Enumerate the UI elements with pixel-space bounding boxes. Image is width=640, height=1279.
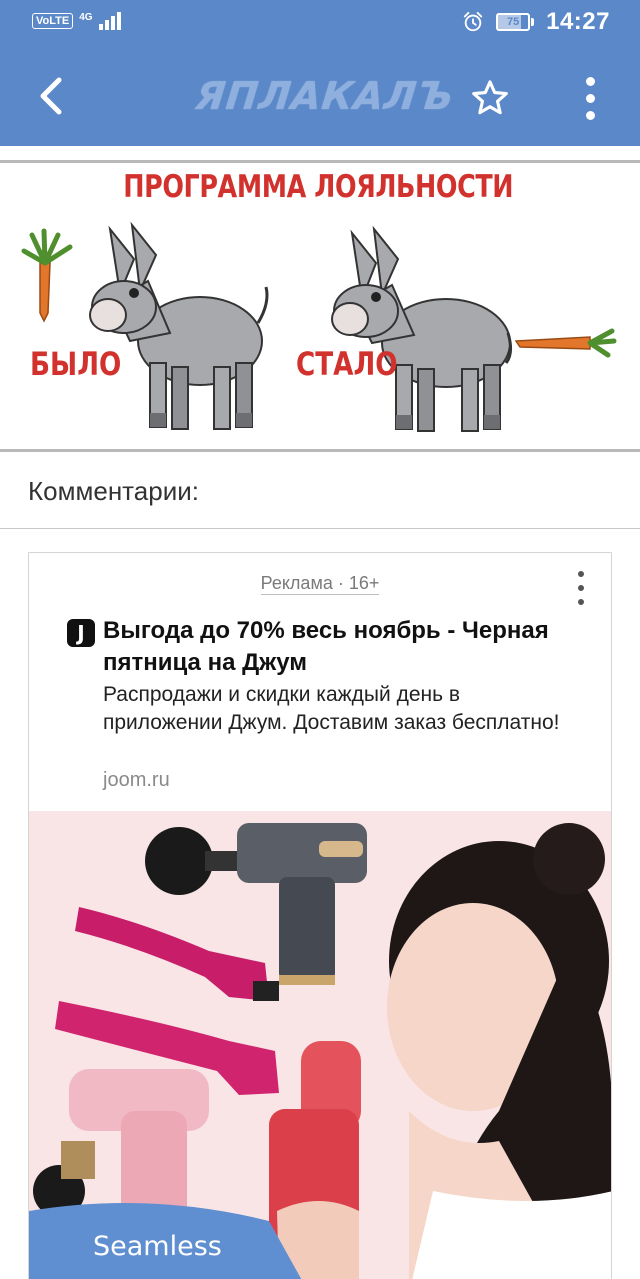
chevron-left-icon [40, 77, 62, 115]
status-bar: VoLTE 4G 75 14:27 [0, 0, 640, 46]
battery-level: 75 [506, 16, 520, 28]
ad-description: Распродажи и скидки каждый день в прилож… [103, 683, 560, 734]
meme-label-after: СТАЛО [296, 345, 398, 383]
signal-icon [98, 12, 121, 30]
massage-gun-pink [33, 1069, 209, 1221]
ad-menu-button[interactable] [573, 571, 589, 605]
ad-headline[interactable]: Выгода до 70% весь ноябрь - Черная пятни… [103, 615, 593, 679]
comments-title: Комментарии: [28, 476, 199, 506]
volte-indicator: VoLTE [32, 13, 74, 29]
joom-logo-icon: J [67, 619, 95, 647]
ad-image-caption: Seamless [93, 1231, 222, 1262]
ad-domain[interactable]: joom.ru [103, 769, 170, 792]
ad-product-illustration [29, 823, 611, 1279]
battery-icon: 75 [496, 13, 535, 31]
meme-illustration [21, 221, 617, 432]
post-image[interactable]: ПРОГРАММА ЛОЯЛЬНОСТИ БЫЛО СТАЛО [0, 160, 640, 452]
donkey-left [89, 221, 269, 430]
network-type: 4G [79, 11, 93, 23]
status-time: 14:27 [546, 8, 610, 35]
carrot-left [21, 228, 73, 323]
meme-title: ПРОГРАММА ЛОЯЛЬНОСТИ [123, 169, 514, 205]
ad-image[interactable]: Seamless [29, 811, 611, 1279]
ad-label: Реклама · 16+ [260, 573, 380, 595]
status-left: VoLTE 4G [32, 12, 121, 30]
app-screen: VoLTE 4G 75 14:27 ЯПЛАКАЛЪ ПРОГРАММА ЛОЯ… [0, 0, 640, 1279]
divider [0, 528, 640, 529]
back-button[interactable] [28, 70, 72, 122]
alarm-icon [463, 11, 483, 32]
favorite-button[interactable] [466, 74, 514, 122]
app-bar: ЯПЛАКАЛЪ [0, 46, 640, 146]
more-vertical-icon[interactable] [574, 72, 606, 124]
ad-card[interactable]: Реклама · 16+ J Выгода до 70% весь ноябр… [28, 552, 612, 1279]
status-right: 75 14:27 [462, 8, 610, 36]
donkey-right [331, 225, 513, 432]
star-outline-icon [472, 80, 508, 115]
carrot-right [514, 328, 617, 358]
meme-label-before: БЫЛО [30, 345, 122, 383]
app-logo[interactable]: ЯПЛАКАЛЪ [194, 74, 456, 118]
